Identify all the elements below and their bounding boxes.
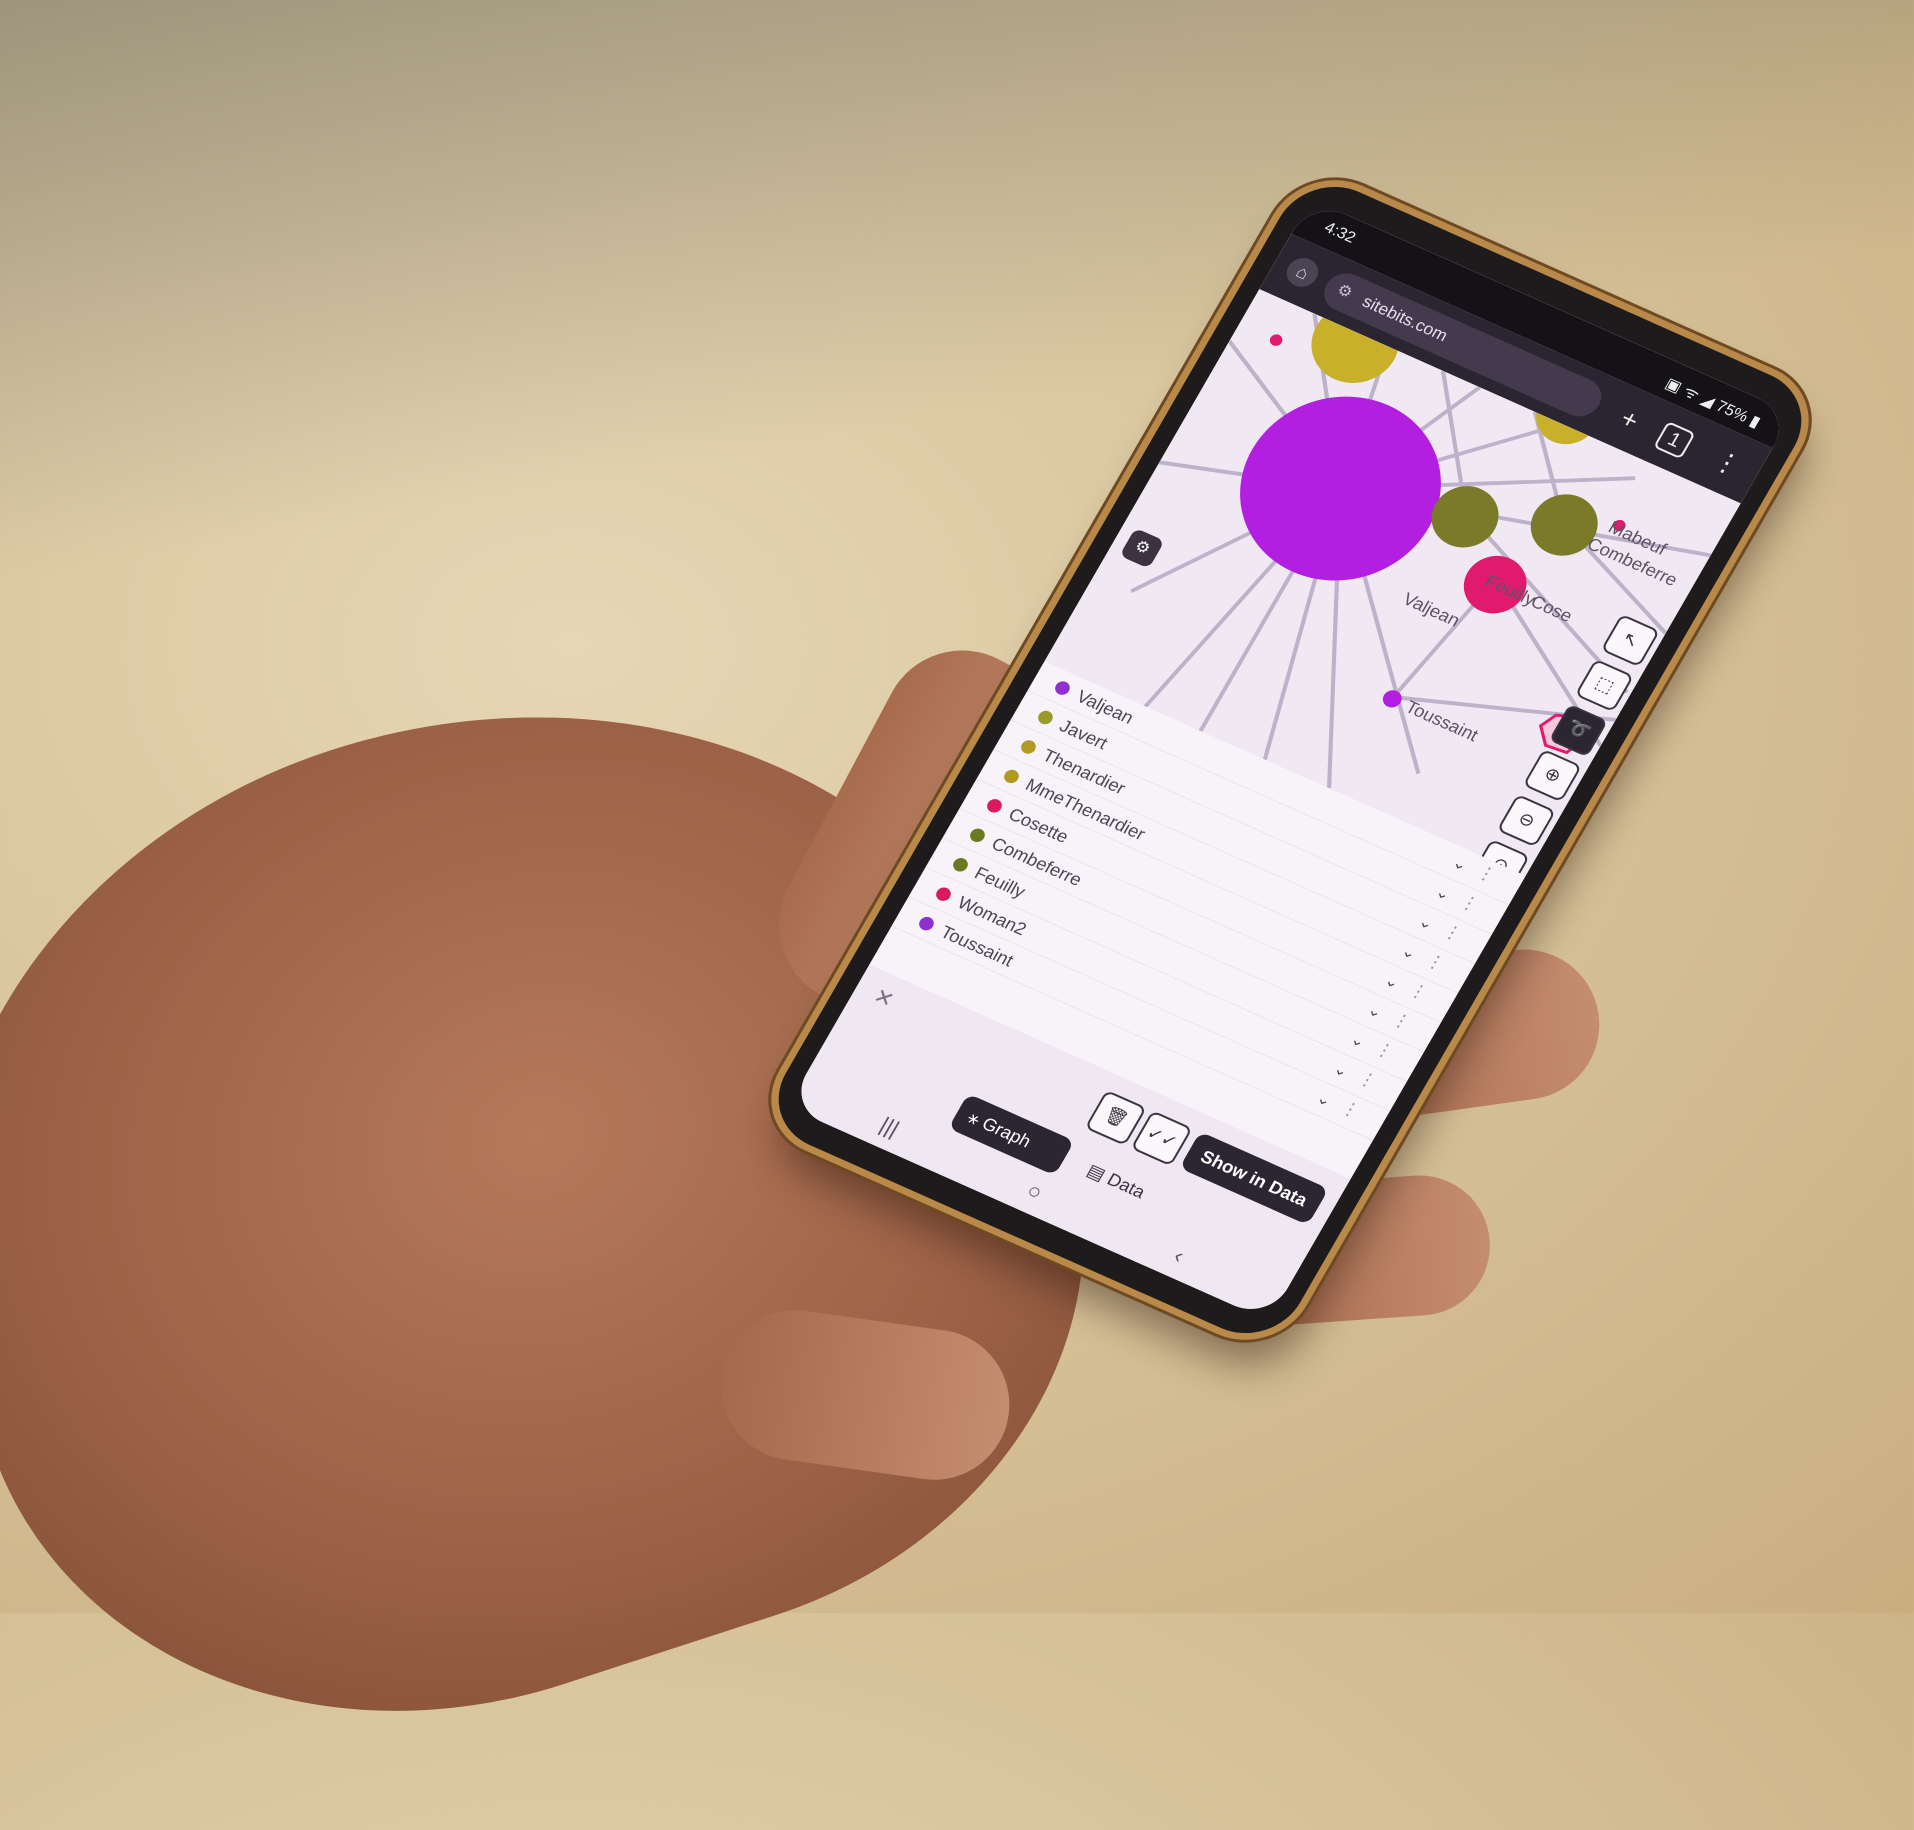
chevron-down-icon[interactable]: ⌄	[1415, 912, 1437, 935]
home-button[interactable]: ○	[1022, 1178, 1047, 1206]
chevron-down-icon[interactable]: ⌄	[1347, 1029, 1369, 1052]
node-color-dot	[916, 914, 937, 933]
more-icon[interactable]: ⋮	[1473, 861, 1500, 887]
chevron-down-icon[interactable]: ⌄	[1398, 941, 1420, 964]
site-info-icon[interactable]: ⚙	[1328, 272, 1361, 313]
browser-menu-button[interactable]: ⋮	[1702, 440, 1753, 486]
node-color-dot	[1001, 767, 1022, 786]
tab-switcher-button[interactable]: 1	[1653, 421, 1696, 460]
more-icon[interactable]: ⋮	[1371, 1038, 1398, 1064]
chevron-down-icon[interactable]: ⌄	[1330, 1059, 1352, 1082]
status-time: 4:32	[1321, 219, 1359, 247]
url-text: sitebits.com	[1359, 292, 1451, 346]
back-button[interactable]: ‹	[1169, 1243, 1188, 1269]
tab-graph-label: Graph	[978, 1113, 1035, 1152]
recent-apps-button[interactable]: |||	[875, 1112, 904, 1142]
node-color-dot	[967, 826, 988, 845]
node-color-dot	[1035, 708, 1056, 727]
node-label-valjean: Valjean	[1400, 589, 1464, 630]
more-icon[interactable]: ⋮	[1456, 891, 1483, 917]
node-color-dot	[933, 885, 954, 904]
more-icon[interactable]: ⋮	[1439, 920, 1466, 946]
chevron-down-icon[interactable]: ⌄	[1449, 853, 1471, 876]
more-icon[interactable]: ⋮	[1354, 1067, 1381, 1093]
more-icon[interactable]: ⋮	[1405, 979, 1432, 1005]
chevron-down-icon[interactable]: ⌄	[1381, 970, 1403, 993]
double-check-icon: ✓✓	[1143, 1122, 1181, 1153]
more-icon[interactable]: ⋮	[1422, 950, 1449, 976]
home-icon[interactable]: ⌂	[1281, 253, 1324, 292]
chevron-down-icon[interactable]: ⌄	[1313, 1088, 1335, 1111]
tab-data-label: Data	[1103, 1169, 1149, 1203]
graph-node-valjean	[1240, 396, 1441, 581]
chevron-down-icon[interactable]: ⌄	[1432, 882, 1454, 905]
new-tab-button[interactable]: +	[1604, 396, 1655, 442]
more-icon[interactable]: ⋮	[1337, 1097, 1364, 1123]
graph-node-small	[1269, 334, 1283, 346]
node-color-dot	[950, 855, 971, 874]
close-icon[interactable]: ✕	[869, 983, 898, 1013]
chevron-down-icon[interactable]: ⌄	[1364, 1000, 1386, 1023]
more-icon[interactable]: ⋮	[1388, 1009, 1415, 1035]
trash-icon: 🗑	[1100, 1103, 1132, 1131]
node-color-dot	[1052, 679, 1073, 698]
node-color-dot	[984, 796, 1005, 815]
node-color-dot	[1018, 738, 1039, 756]
node-label-cosette: Cose	[1527, 592, 1576, 626]
